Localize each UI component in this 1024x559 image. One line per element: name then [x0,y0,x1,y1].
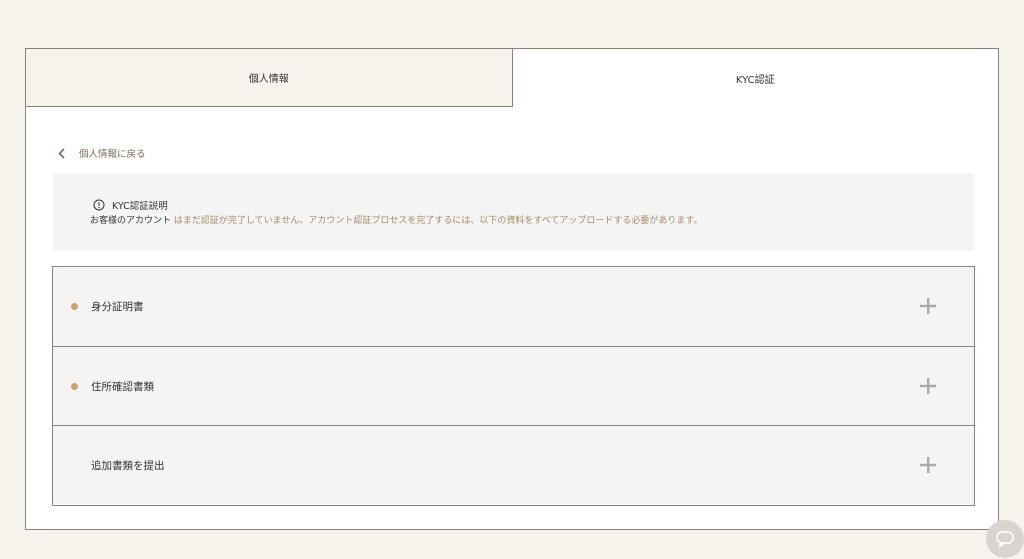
back-link-label: 個人情報に戻る [79,149,146,160]
required-dot [71,303,78,310]
accordion-label: 身分証明書 [91,301,144,313]
accordion-identity-document[interactable]: 身分証明書 [53,267,974,346]
tab-bar: 個人情報 KYC認証 [26,49,998,107]
notice-title-text: KYC認証説明 [112,201,168,212]
document-accordion: 身分証明書 住所確認書類 追加書類を提出 [52,266,975,506]
accordion-address-document[interactable]: 住所確認書類 [53,346,974,425]
chevron-left-icon [58,147,65,159]
plus-icon[interactable] [920,457,936,473]
kyc-panel: 個人情報 KYC認証 個人情報に戻る KYC認証説明 お客様のアカウント はまだ… [25,48,999,530]
tab-personal-info-label: 個人情報 [248,74,289,85]
accordion-label: 住所確認書類 [91,380,154,393]
required-dot [71,383,78,390]
notice-body: お客様のアカウント はまだ認証が完了していません。アカウント認証プロセスを完了す… [90,213,702,226]
tab-personal-info[interactable]: 個人情報 [26,49,513,107]
notice-body-prefix: お客様のアカウント [90,216,172,226]
kyc-notice: KYC認証説明 お客様のアカウント はまだ認証が完了していません。アカウント認証… [53,173,974,251]
chat-bubble-icon [996,531,1014,548]
notice-title: KYC認証説明 [93,198,168,212]
accordion-additional-documents[interactable]: 追加書類を提出 [53,425,974,504]
chat-button[interactable] [986,520,1024,558]
tab-kyc[interactable]: KYC認証 [512,49,998,107]
tab-kyc-label: KYC認証 [735,74,775,86]
notice-body-highlight: はまだ認証が完了していません。アカウント認証プロセスを完了するには、以下の資料を… [173,216,703,226]
accordion-label: 追加書類を提出 [91,459,165,472]
back-to-personal-info-link[interactable]: 個人情報に戻る [58,145,146,161]
plus-icon[interactable] [920,378,936,394]
plus-icon[interactable] [920,298,936,314]
info-circle-icon [93,199,105,211]
